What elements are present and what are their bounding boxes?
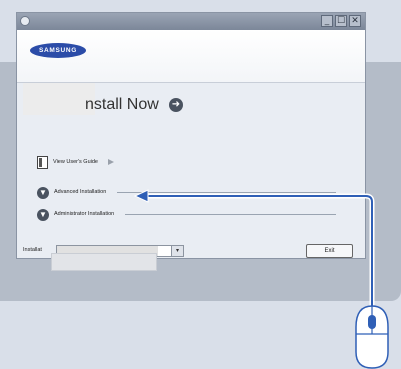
callout-arrow-icon	[146, 193, 375, 310]
mouse-icon	[355, 305, 389, 369]
annotation-overlay	[133, 189, 389, 369]
callout-arrowhead	[133, 189, 149, 203]
